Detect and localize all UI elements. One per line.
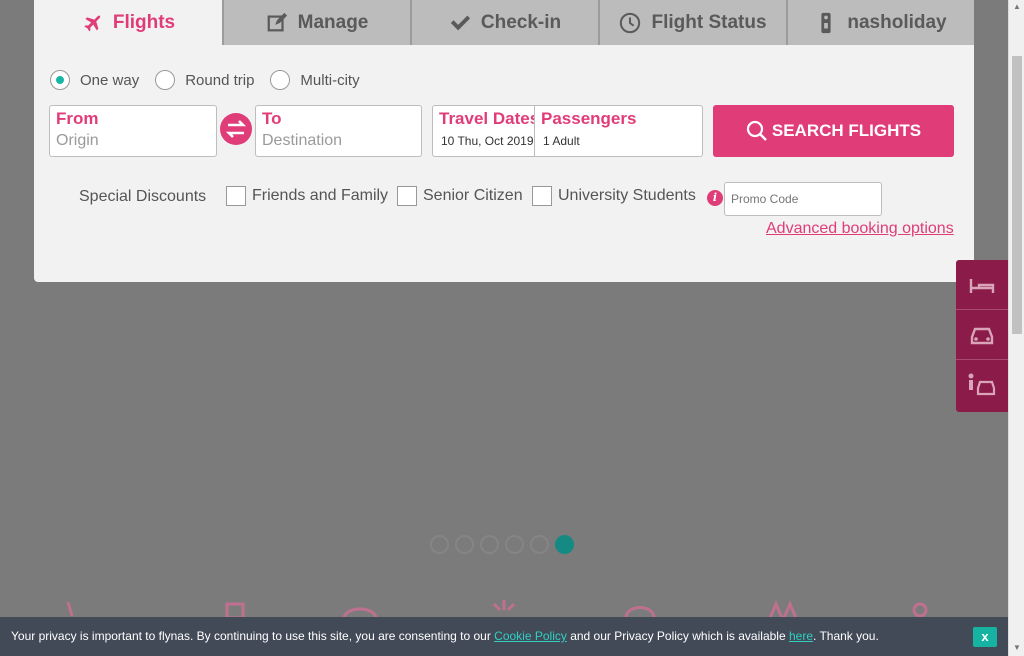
clock-icon (620, 12, 641, 33)
trip-type-one-way[interactable]: One way (50, 70, 139, 90)
tab-manage[interactable]: Manage (222, 0, 410, 45)
booking-panel: Flights Manage Check-in Flight Status na… (34, 0, 974, 282)
search-flights-button[interactable]: SEARCH FLIGHTS (713, 105, 954, 157)
checkbox[interactable] (226, 186, 246, 206)
side-menu-hotel[interactable] (956, 260, 1008, 310)
radio-label: One way (80, 71, 140, 89)
trip-type-round-trip[interactable]: Round trip (155, 70, 254, 90)
hotel-icon (969, 278, 995, 293)
cookie-banner: Your privacy is important to flynas. By … (0, 617, 1008, 656)
trip-type-group: One way Round trip Multi-city (50, 70, 362, 90)
trip-type-multi-city[interactable]: Multi-city (270, 70, 360, 90)
tab-flights[interactable]: Flights (34, 0, 222, 45)
search-label: SEARCH FLIGHTS (771, 121, 922, 140)
passengers-field[interactable]: Passengers 1 Adult (534, 105, 703, 157)
tab-flight-status[interactable]: Flight Status (598, 0, 786, 45)
destination-placeholder: Destination (262, 132, 343, 149)
carousel-dot[interactable] (530, 535, 549, 554)
radio-button[interactable] (270, 70, 291, 90)
carousel-dot[interactable] (505, 535, 524, 554)
swap-icon (225, 120, 247, 138)
side-menu (956, 260, 1008, 412)
swap-button[interactable] (220, 113, 252, 145)
scroll-thumb[interactable] (1012, 56, 1022, 334)
info-icon[interactable]: i (707, 190, 723, 206)
radio-button[interactable] (155, 70, 176, 90)
teaser-icon (624, 606, 656, 618)
teaser-icon (912, 602, 928, 618)
cookie-policy-link[interactable]: Cookie Policy (494, 629, 567, 643)
cookie-text-part: Your privacy is important to flynas. By … (11, 629, 495, 643)
advanced-booking-link[interactable]: Advanced booking options (766, 220, 954, 238)
carousel-dot[interactable] (455, 535, 474, 554)
radio-label: Round trip (185, 71, 255, 89)
transfer-icon (968, 373, 996, 396)
carousel-dot[interactable] (555, 535, 574, 554)
edit-icon (267, 12, 287, 31)
side-menu-transfer[interactable] (956, 360, 1008, 410)
tab-nasholiday[interactable]: nasholiday (786, 0, 974, 45)
checkmark-icon (450, 15, 470, 30)
tab-label: Check-in (480, 11, 562, 33)
tab-check-in[interactable]: Check-in (410, 0, 598, 45)
page-scrollbar[interactable]: ▲ ▼ (1008, 0, 1024, 656)
cookie-text: Your privacy is important to flynas. By … (11, 629, 879, 643)
discount-friends-family[interactable]: Friends and Family (226, 186, 388, 206)
origin-field[interactable]: From Origin (49, 105, 217, 157)
discount-senior-citizen[interactable]: Senior Citizen (397, 186, 523, 206)
checkbox[interactable] (532, 186, 552, 206)
tab-label: Manage (297, 11, 369, 33)
radio-button[interactable] (50, 70, 70, 90)
scroll-down-arrow[interactable]: ▼ (1013, 643, 1021, 652)
checkbox-label: University Students (558, 187, 696, 204)
airplane-icon (84, 15, 101, 31)
checkbox[interactable] (397, 186, 417, 206)
discount-university-students[interactable]: University Students (532, 186, 696, 206)
teaser-icon (225, 602, 245, 618)
teaser-icon (342, 607, 378, 618)
destination-field[interactable]: To Destination (255, 105, 422, 157)
tab-label: nasholiday (847, 11, 947, 33)
destination-label: To (262, 109, 282, 128)
origin-label: From (56, 109, 99, 128)
cookie-text-part: and our Privacy Policy which is availabl… (566, 629, 789, 643)
teaser-icon (492, 600, 516, 612)
cookie-text-part: . Thank you. (813, 629, 879, 643)
search-icon (746, 120, 767, 141)
origin-placeholder: Origin (56, 132, 99, 149)
car-icon (970, 327, 994, 344)
side-menu-car[interactable] (956, 310, 1008, 360)
carousel-dots (430, 535, 574, 554)
promo-code-input[interactable] (724, 182, 882, 216)
booking-tabs: Flights Manage Check-in Flight Status na… (34, 0, 974, 45)
carousel-dot[interactable] (480, 535, 499, 554)
passengers-value: 1 Adult (543, 134, 580, 148)
carousel-dot[interactable] (430, 535, 449, 554)
tab-label: Flights (112, 11, 176, 33)
scroll-up-arrow[interactable]: ▲ (1013, 2, 1021, 11)
cookie-close-button[interactable]: x (973, 627, 997, 647)
travel-dates-field[interactable]: Travel Dates 10 Thu, Oct 2019 (432, 105, 536, 157)
teaser-icon (768, 600, 798, 618)
tab-label: Flight Status (651, 11, 767, 33)
privacy-here-link[interactable]: here (789, 629, 813, 643)
radio-label: Multi-city (300, 71, 360, 89)
checkbox-label: Senior Citizen (423, 187, 523, 204)
special-discounts-label: Special Discounts (79, 188, 207, 205)
door-hanger-icon (821, 12, 831, 33)
travel-dates-label: Travel Dates (439, 109, 536, 128)
checkbox-label: Friends and Family (252, 187, 389, 204)
travel-dates-value: 10 Thu, Oct 2019 (441, 134, 534, 148)
passengers-label: Passengers (541, 109, 637, 128)
teaser-icon (66, 601, 74, 617)
